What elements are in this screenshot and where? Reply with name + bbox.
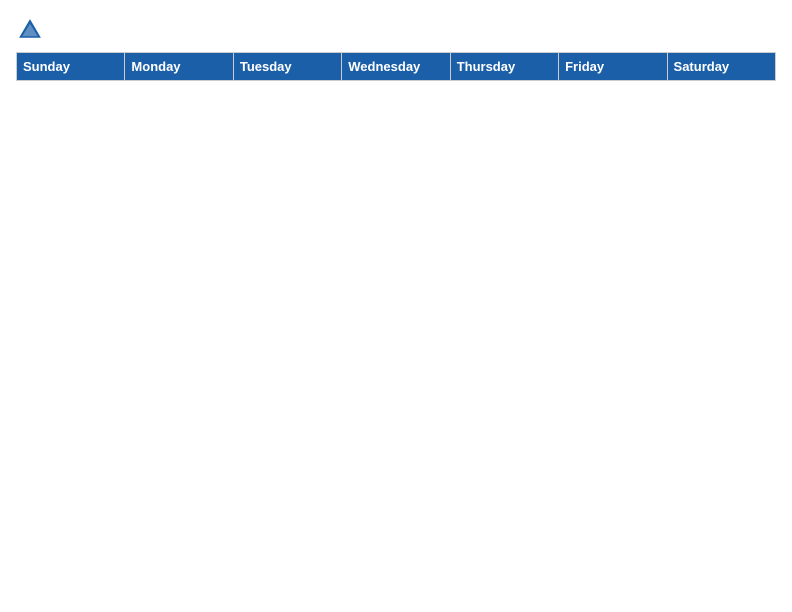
weekday-header-friday: Friday (559, 53, 667, 81)
logo (16, 16, 48, 44)
weekday-header-tuesday: Tuesday (233, 53, 341, 81)
weekday-header-monday: Monday (125, 53, 233, 81)
logo-icon (16, 16, 44, 44)
weekday-header-saturday: Saturday (667, 53, 775, 81)
calendar: SundayMondayTuesdayWednesdayThursdayFrid… (16, 52, 776, 81)
weekday-header-thursday: Thursday (450, 53, 558, 81)
page-header (16, 16, 776, 44)
weekday-header-row: SundayMondayTuesdayWednesdayThursdayFrid… (17, 53, 776, 81)
weekday-header-sunday: Sunday (17, 53, 125, 81)
weekday-header-wednesday: Wednesday (342, 53, 450, 81)
